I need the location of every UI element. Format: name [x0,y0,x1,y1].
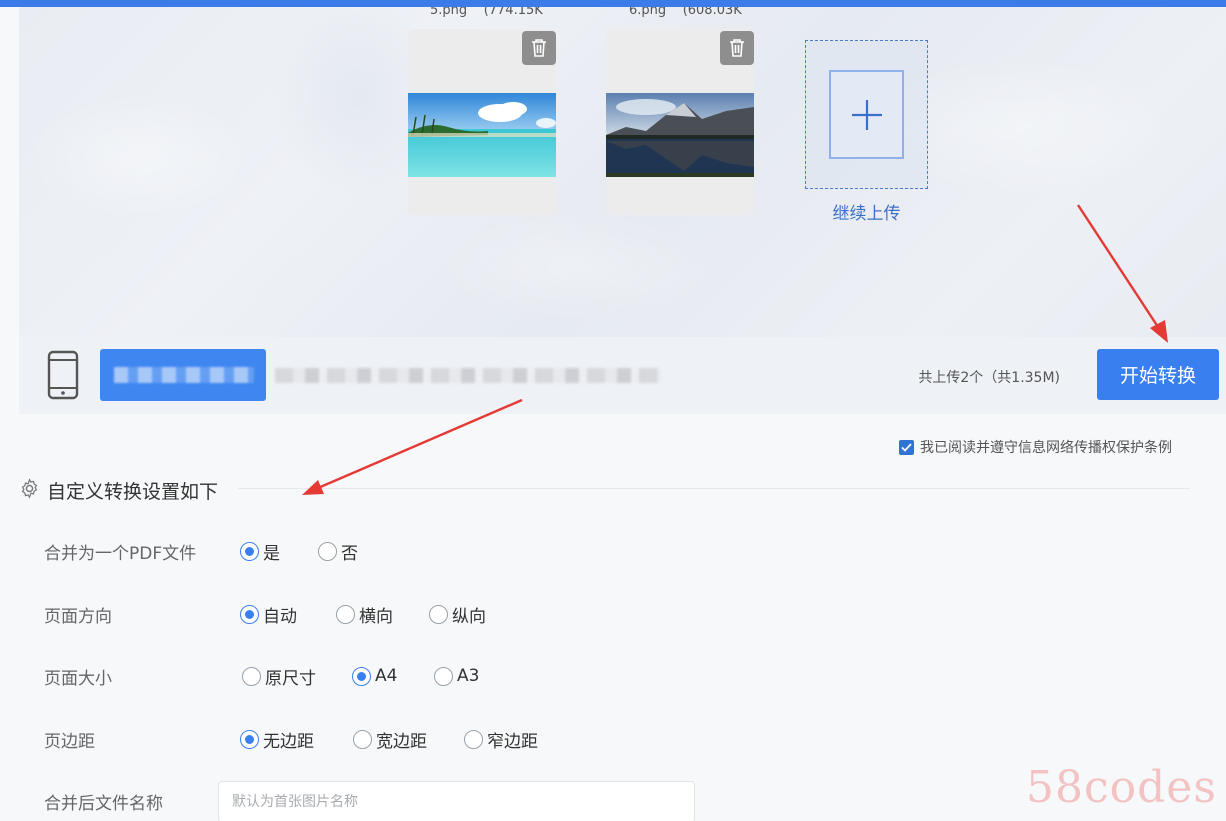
blurred-label [114,367,254,383]
orientation-option-portrait[interactable]: 纵向 [429,602,486,627]
filename-input[interactable] [218,781,695,821]
checkbox-checked-icon[interactable] [899,439,914,455]
agreement-text: 我已阅读并遵守信息网络传播权保护条例 [920,440,1172,456]
action-bar: 共上传2个（共1.35M) 开始转换 [19,337,1226,414]
orientation-label: 页面方向 [44,606,112,627]
page-size-option-a4[interactable]: A4 [352,666,397,686]
file-thumbnail-card[interactable] [408,29,556,215]
page-size-option-a3[interactable]: A3 [434,666,479,686]
radio-icon[interactable] [242,666,261,686]
phone-icon [47,350,79,404]
radio-selected-icon[interactable] [240,541,259,561]
gear-icon [19,477,40,504]
section-divider [238,488,1190,489]
blurred-hint-text [275,368,660,383]
radio-icon[interactable] [336,604,355,624]
radio-selected-icon[interactable] [240,604,259,624]
radio-selected-icon[interactable] [240,729,259,749]
margin-label: 页边距 [44,731,95,752]
margin-option-none[interactable]: 无边距 [240,727,314,752]
agreement-checkbox[interactable]: 我已阅读并遵守信息网络传播权保护条例 [899,437,1172,457]
merge-option-yes[interactable]: 是 [240,539,280,564]
mountain-lake-image [606,93,754,177]
watermark: 58codes [1026,762,1217,813]
file-name-5: 5.png (774.15K [430,7,543,18]
mobile-upload-button[interactable] [100,349,266,401]
filename-label: 合并后文件名称 [44,793,163,814]
margin-option-wide[interactable]: 宽边距 [353,727,427,752]
radio-icon[interactable] [429,604,448,624]
radio-icon[interactable] [464,729,483,749]
file-thumbnail-card[interactable] [606,29,754,215]
top-accent-bar [0,0,1226,7]
beach-image [408,93,556,177]
upload-area: 5.png (774.15K 6.png (608.03K 继续上传 [19,7,1226,337]
page-size-label: 页面大小 [44,668,112,689]
continue-upload-label[interactable]: 继续上传 [805,199,928,224]
radio-selected-icon[interactable] [352,666,371,686]
delete-icon[interactable] [720,31,754,65]
start-convert-button[interactable]: 开始转换 [1097,349,1219,400]
merge-option-no[interactable]: 否 [318,539,358,564]
file-name-6: 6.png (608.03K [629,7,742,18]
delete-icon[interactable] [522,31,556,65]
radio-icon[interactable] [318,541,337,561]
margin-option-narrow[interactable]: 窄边距 [464,727,538,752]
continue-upload-button[interactable] [805,40,928,189]
settings-title: 自定义转换设置如下 [19,477,218,504]
merge-label: 合并为一个PDF文件 [44,543,197,564]
radio-icon[interactable] [353,729,372,749]
radio-icon[interactable] [434,666,453,686]
upload-count: 共上传2个（共1.35M) [918,370,1060,386]
orientation-option-landscape[interactable]: 横向 [336,602,393,627]
plus-icon [829,70,904,159]
page-size-option-original[interactable]: 原尺寸 [242,664,316,689]
orientation-option-auto[interactable]: 自动 [240,602,297,627]
